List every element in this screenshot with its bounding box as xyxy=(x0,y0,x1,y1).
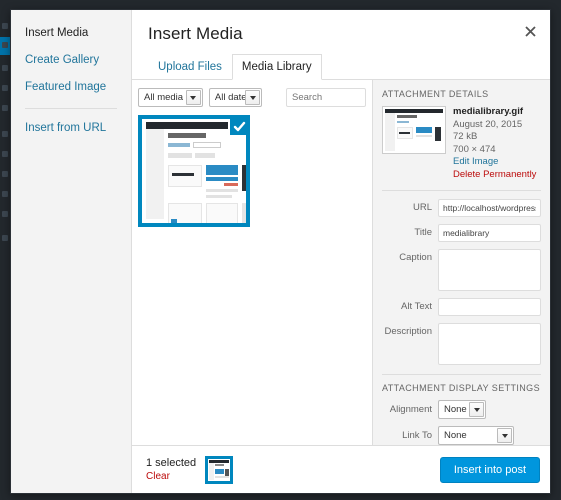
page-title: Insert Media xyxy=(148,24,243,43)
modal-header: Insert Media xyxy=(132,10,550,45)
url-field-row: URL xyxy=(382,199,541,217)
admin-menu-strip xyxy=(0,9,10,500)
modal-menu: Insert Media Create Gallery Featured Ima… xyxy=(11,10,132,493)
description-textarea[interactable] xyxy=(438,323,541,365)
modal-footer: 1 selected Clear Insert into post xyxy=(132,445,550,493)
delete-permanently-link[interactable]: Delete Permanently xyxy=(453,169,536,182)
selected-count: 1 selected xyxy=(146,457,197,469)
admin-sidebar-background xyxy=(0,0,10,500)
admin-background-right xyxy=(551,0,561,500)
close-icon[interactable] xyxy=(519,20,541,42)
description-field-row: Description xyxy=(382,323,541,365)
attachment-filesize: 72 kB xyxy=(453,131,478,142)
tab-upload-files[interactable]: Upload Files xyxy=(148,54,232,80)
tab-media-library[interactable]: Media Library xyxy=(231,54,322,80)
admin-menu-icon-collapse[interactable] xyxy=(2,235,8,241)
display-settings-divider xyxy=(382,374,541,375)
admin-menu-icon-appearance[interactable] xyxy=(2,131,8,137)
alt-text-field-row: Alt Text xyxy=(382,298,541,316)
menu-divider xyxy=(25,108,117,109)
admin-menu-icon-tools[interactable] xyxy=(2,191,8,197)
media-grid xyxy=(132,113,372,445)
attachment-dimensions: 700 × 474 xyxy=(453,143,496,155)
title-field-row: Title xyxy=(382,224,541,242)
attachment-filename: medialibrary.gif xyxy=(453,106,524,117)
menu-item-label: Insert from URL xyxy=(25,122,107,134)
insert-media-modal: Insert Media Create Gallery Featured Ima… xyxy=(10,9,551,494)
menu-item-insert-from-url[interactable]: Insert from URL xyxy=(11,115,131,142)
admin-menu-icon-dashboard[interactable] xyxy=(2,23,8,29)
menu-item-label: Insert Media xyxy=(25,27,89,39)
media-toolbar: All media iter All dates xyxy=(132,80,372,113)
chevron-down-icon xyxy=(245,90,260,105)
date-filter-select[interactable]: All dates xyxy=(208,88,262,107)
edit-image-link[interactable]: Edit Image xyxy=(453,156,536,169)
admin-bar-background xyxy=(0,0,561,9)
attachment-info: medialibrary.gif August 20, 2015 72 kB 7… xyxy=(382,106,541,181)
admin-menu-icon-media[interactable] xyxy=(2,65,8,71)
menu-item-create-gallery[interactable]: Create Gallery xyxy=(11,47,131,74)
check-icon xyxy=(228,119,246,137)
search-input[interactable] xyxy=(286,88,366,107)
details-divider xyxy=(382,190,541,191)
media-type-filter-select[interactable]: All media iter xyxy=(138,88,203,107)
title-label: Title xyxy=(414,227,432,238)
tab-label: Upload Files xyxy=(158,61,222,73)
modal-tabs: Upload Files Media Library xyxy=(132,54,550,80)
tab-label: Media Library xyxy=(241,61,312,73)
alignment-value: None xyxy=(444,404,467,415)
attachment-thumbnail xyxy=(382,106,446,154)
footer-selected-thumbnail[interactable] xyxy=(205,455,234,484)
caption-field-row: Caption xyxy=(382,249,541,291)
attachment-details-panel: ATTACHMENT DETAILS medialibrary.gif Augu… xyxy=(372,80,550,445)
admin-menu-icon-comments[interactable] xyxy=(2,105,8,111)
clear-selection-link[interactable]: Clear xyxy=(146,470,196,483)
attachment-metadata: medialibrary.gif August 20, 2015 72 kB 7… xyxy=(453,106,536,181)
attachment-details-title: ATTACHMENT DETAILS xyxy=(382,89,489,99)
modal-panel: Insert Media Upload Files Media Library xyxy=(132,10,550,493)
admin-menu-icon-posts[interactable] xyxy=(2,42,8,48)
media-grid-column: All media iter All dates xyxy=(132,80,372,445)
alt-text-label: Alt Text xyxy=(401,301,432,312)
chevron-down-icon xyxy=(469,402,484,417)
insert-into-post-button[interactable]: Insert into post xyxy=(439,456,540,483)
menu-item-insert-media[interactable]: Insert Media xyxy=(11,20,131,47)
media-item-medialibrary-gif[interactable] xyxy=(138,115,250,227)
url-label: URL xyxy=(412,202,432,213)
admin-menu-icon-settings[interactable] xyxy=(2,211,8,217)
admin-menu-icon-pages[interactable] xyxy=(2,85,8,91)
link-to-value: None xyxy=(444,430,467,441)
alignment-row: Alignment None xyxy=(382,400,541,419)
admin-menu-icon-plugins[interactable] xyxy=(2,151,8,157)
menu-item-label: Featured Image xyxy=(25,81,107,93)
alignment-select[interactable]: None xyxy=(438,400,486,419)
description-label: Description xyxy=(384,326,432,337)
menu-item-featured-image[interactable]: Featured Image xyxy=(11,74,131,101)
chevron-down-icon xyxy=(497,428,512,443)
caption-textarea[interactable] xyxy=(438,249,541,291)
admin-background-bottom xyxy=(0,494,561,500)
caption-label: Caption xyxy=(399,252,432,263)
menu-item-label: Create Gallery xyxy=(25,54,100,66)
selection-status: 1 selected Clear xyxy=(146,456,196,483)
attachment-date: August 20, 2015 xyxy=(453,118,523,130)
link-to-label: Link To xyxy=(402,429,432,441)
link-to-row: Link To None xyxy=(382,426,541,445)
admin-menu-icon-users[interactable] xyxy=(2,171,8,177)
title-input[interactable] xyxy=(438,224,541,242)
alignment-label: Alignment xyxy=(389,403,432,415)
modal-body: All media iter All dates Search ATTACHME… xyxy=(132,80,550,445)
chevron-down-icon xyxy=(185,90,201,105)
screen: Insert Media Create Gallery Featured Ima… xyxy=(0,0,561,500)
display-settings-title: ATTACHMENT DISPLAY SETTINGS xyxy=(382,383,540,393)
url-input[interactable] xyxy=(438,199,541,217)
link-to-select[interactable]: None xyxy=(438,426,514,445)
alt-text-input[interactable] xyxy=(438,298,541,316)
